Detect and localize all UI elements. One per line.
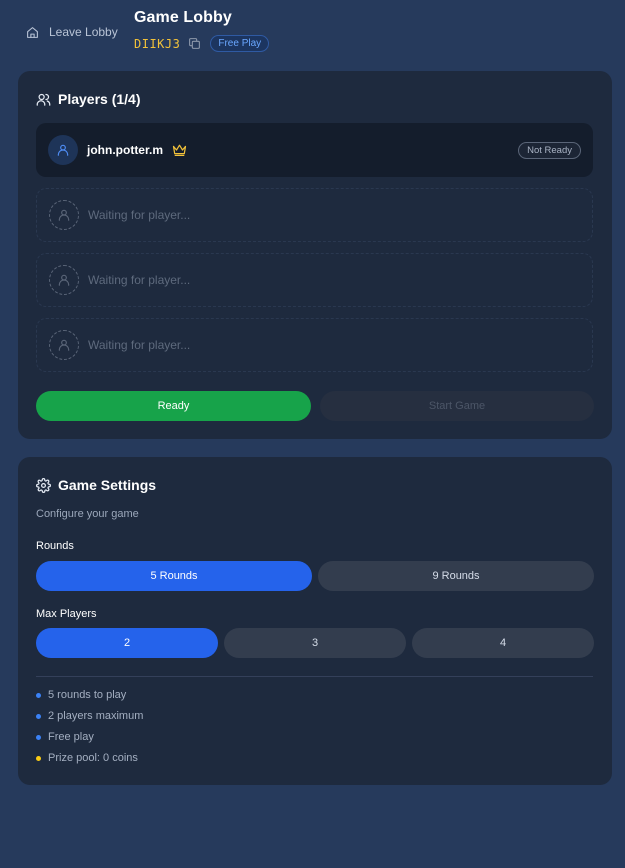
users-icon <box>36 93 51 106</box>
summary-text: 5 rounds to play <box>48 689 127 701</box>
start-game-button[interactable]: Start Game <box>320 391 594 421</box>
summary-item: 5 rounds to play <box>36 689 126 701</box>
summary-item: 2 players maximum <box>36 710 143 722</box>
settings-divider <box>36 676 593 677</box>
status-badge: Not Ready <box>518 142 581 159</box>
avatar-placeholder <box>49 330 79 360</box>
settings-header: Game Settings <box>36 477 156 493</box>
player-name: john.potter.m <box>87 143 163 157</box>
max-players-option-3[interactable]: 3 <box>224 628 406 658</box>
max-players-label: Max Players <box>36 608 97 620</box>
avatar-placeholder <box>49 265 79 295</box>
bullet-dot <box>36 713 41 719</box>
settings-subtitle: Configure your game <box>36 508 139 520</box>
players-title: Players (1/4) <box>58 91 141 107</box>
waiting-text: Waiting for player... <box>88 208 191 222</box>
summary-text: 2 players maximum <box>48 710 144 722</box>
gear-icon <box>36 477 51 493</box>
page-title: Game Lobby <box>134 9 232 26</box>
bullet-dot <box>36 755 41 761</box>
waiting-text: Waiting for player... <box>88 273 191 287</box>
players-header: Players (1/4) <box>36 91 141 107</box>
ready-button[interactable]: Ready <box>36 391 311 421</box>
settings-card: Game Settings Configure your game Rounds… <box>18 457 612 785</box>
copy-icon <box>188 38 200 49</box>
player-slot-1: john.potter.m Not Ready <box>36 123 593 177</box>
summary-item: Free play <box>36 731 94 743</box>
summary-text: Prize pool: 0 coins <box>48 752 138 764</box>
summary-text: Free play <box>48 731 94 743</box>
crown-icon <box>172 144 187 156</box>
player-slot-4: Waiting for player... <box>36 318 593 372</box>
leave-lobby-button[interactable]: Leave Lobby <box>26 25 118 39</box>
player-slot-3: Waiting for player... <box>36 253 593 307</box>
waiting-text: Waiting for player... <box>88 338 191 352</box>
leave-lobby-label: Leave Lobby <box>49 25 118 39</box>
mode-badge: Free Play <box>210 35 270 52</box>
settings-title: Game Settings <box>58 477 157 493</box>
user-icon <box>57 144 69 156</box>
rounds-label: Rounds <box>36 540 74 552</box>
players-card: Players (1/4) john.potter.m Not Ready Wa… <box>18 71 612 439</box>
copy-code-button[interactable] <box>187 37 201 51</box>
lobby-code: DIIKJ3 <box>134 36 181 51</box>
home-icon <box>27 26 38 38</box>
max-players-option-4[interactable]: 4 <box>412 628 594 658</box>
bullet-dot <box>36 734 41 740</box>
rounds-option-9[interactable]: 9 Rounds <box>318 561 594 591</box>
rounds-option-5[interactable]: 5 Rounds <box>36 561 312 591</box>
lobby-header: Leave Lobby Game Lobby DIIKJ3 Free Play <box>0 0 625 62</box>
lobby-title-block: Game Lobby DIIKJ3 Free Play <box>134 9 270 52</box>
user-icon <box>58 209 70 221</box>
user-icon <box>58 339 70 351</box>
max-players-option-2[interactable]: 2 <box>36 628 218 658</box>
summary-item: Prize pool: 0 coins <box>36 752 138 764</box>
lobby-code-row: DIIKJ3 Free Play <box>134 35 270 52</box>
bullet-dot <box>36 692 41 698</box>
avatar <box>48 135 78 165</box>
player-slot-2: Waiting for player... <box>36 188 593 242</box>
user-icon <box>58 274 70 286</box>
avatar-placeholder <box>49 200 79 230</box>
